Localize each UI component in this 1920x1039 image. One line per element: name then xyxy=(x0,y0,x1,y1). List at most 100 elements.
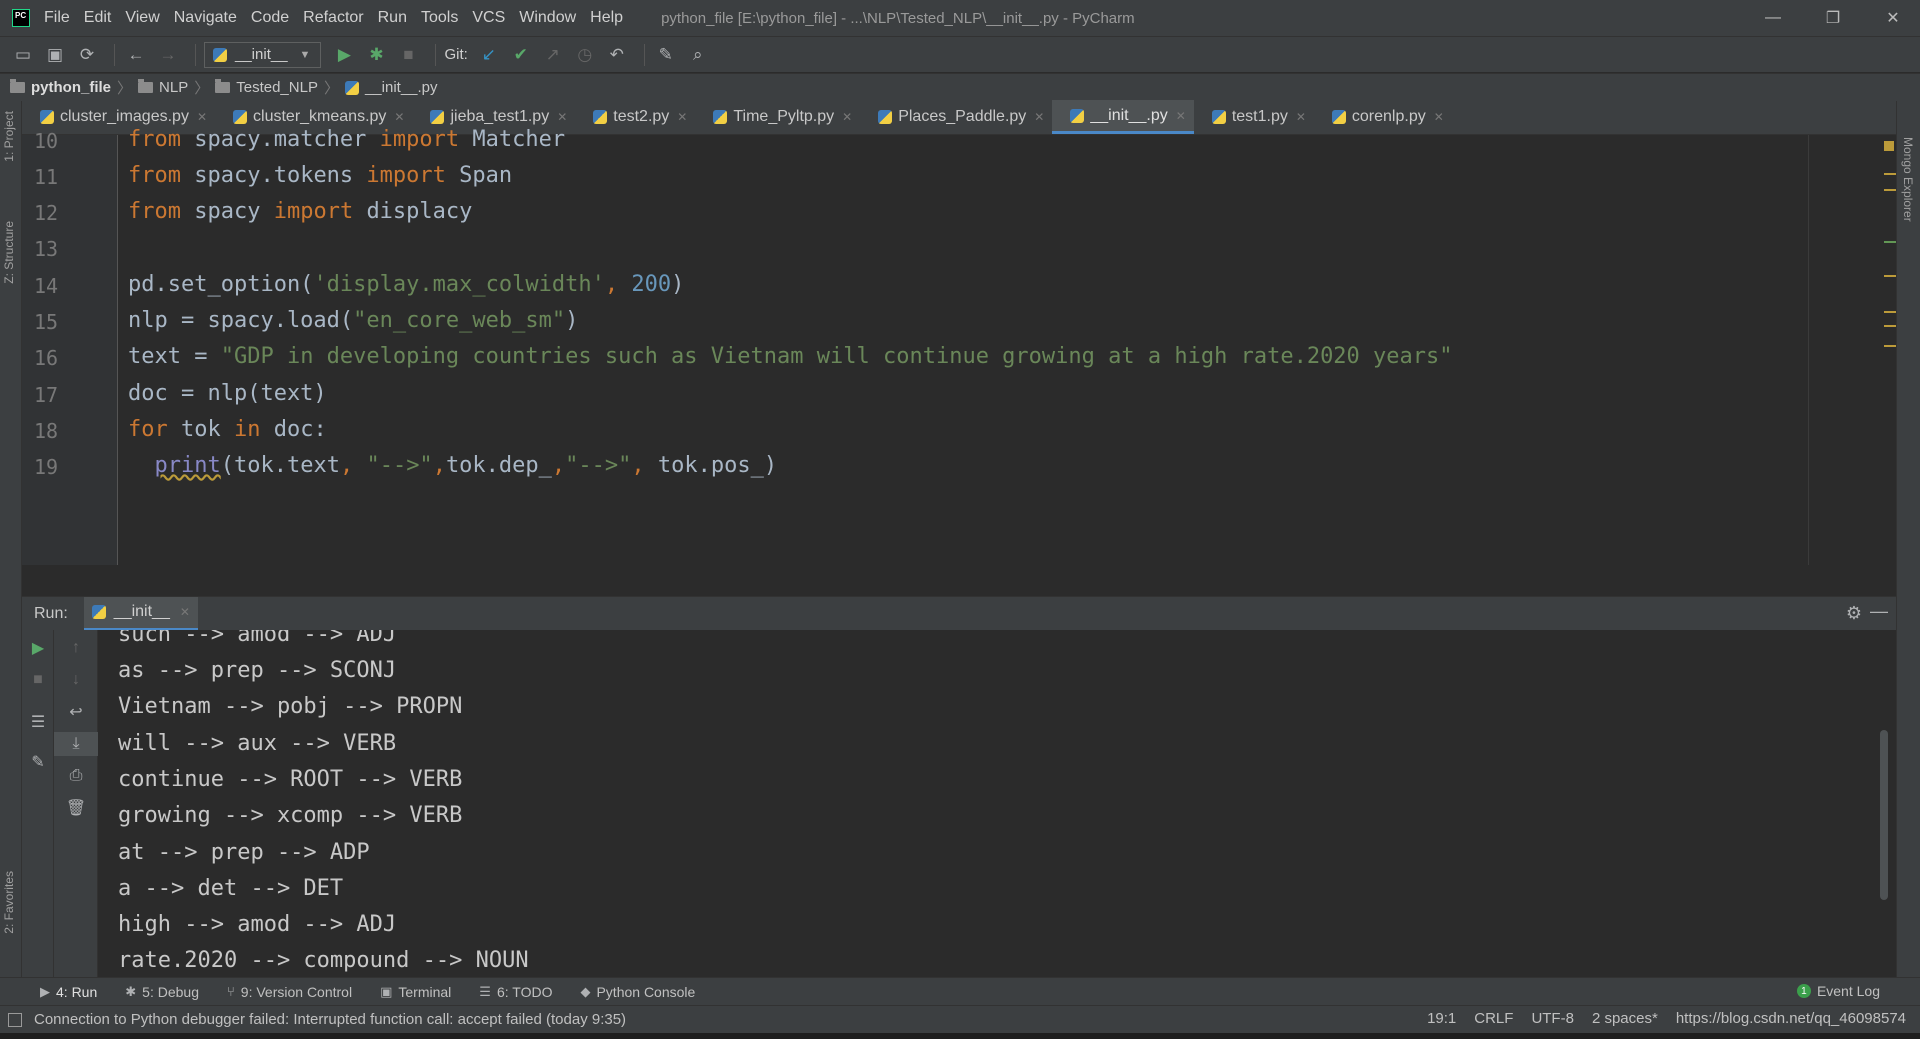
print-icon[interactable]: ⎙ xyxy=(54,764,98,788)
minimize-button[interactable]: — xyxy=(1750,0,1796,36)
tool-window-terminal[interactable]: ▣ Terminal xyxy=(380,984,451,1000)
search-icon[interactable]: ⌕ xyxy=(685,42,711,68)
tool-window-debug[interactable]: ✱ 5: Debug xyxy=(125,984,199,1000)
arrow-down-icon[interactable]: ↓ xyxy=(54,668,98,692)
scroll-to-end-icon[interactable]: ⤓ xyxy=(54,732,98,756)
run-config-select[interactable]: __init__ ▼ xyxy=(204,41,322,68)
save-icon[interactable]: ▣ xyxy=(42,42,68,68)
run-console-output[interactable]: such --> amod --> ADJ as --> prep --> SC… xyxy=(98,630,1896,977)
close-tab-icon[interactable]: ✕ xyxy=(1296,110,1306,124)
stop-icon[interactable]: ■ xyxy=(395,42,421,68)
python-file-icon xyxy=(713,110,728,124)
git-label: Git: xyxy=(444,46,468,63)
warning-mark[interactable] xyxy=(1884,325,1896,327)
git-update-icon[interactable]: ↙ xyxy=(476,42,502,68)
tool-window-label: 6: TODO xyxy=(496,983,553,1000)
tool-window-python-console[interactable]: ◆ Python Console xyxy=(580,984,695,1000)
structure-tool-tab[interactable]: Z: Structure xyxy=(2,221,16,284)
menu-run[interactable]: Run xyxy=(378,9,407,27)
breadcrumb-item-nlp[interactable]: NLP xyxy=(138,79,188,96)
editor-error-stripe[interactable] xyxy=(1882,135,1896,565)
arrow-up-icon[interactable]: ↑ xyxy=(54,636,98,660)
layout-icon[interactable]: ☰ xyxy=(22,710,54,734)
forward-icon[interactable]: → xyxy=(155,42,181,68)
tool-window-bar: ▶ 4: Run ✱ 5: Debug ⑂ 9: Version Control… xyxy=(0,977,1920,1005)
line-number: 19 xyxy=(34,455,59,479)
status-message[interactable]: Connection to Python debugger failed: In… xyxy=(8,1011,626,1028)
close-tab-icon[interactable]: ✕ xyxy=(677,110,687,124)
menu-refactor[interactable]: Refactor xyxy=(303,9,363,27)
menu-view[interactable]: View xyxy=(125,9,159,27)
tool-window-run[interactable]: ▶ 4: Run xyxy=(40,984,97,1000)
trash-icon[interactable]: 🗑 xyxy=(54,796,98,820)
caret-position[interactable]: 19:1 xyxy=(1427,1010,1456,1027)
menu-tools[interactable]: Tools xyxy=(421,9,458,27)
menu-window[interactable]: Window xyxy=(519,9,576,27)
code-editor[interactable]: 10 11 12 13 14 15 16 17 18 19 from spacy… xyxy=(22,127,1896,565)
close-tab-icon[interactable]: ✕ xyxy=(1176,109,1186,123)
project-tool-tab[interactable]: 1: Project xyxy=(2,111,16,162)
minimize-panel-icon[interactable]: — xyxy=(1870,601,1888,622)
tool-window-todo[interactable]: ☰ 6: TODO xyxy=(479,984,552,1000)
stop-icon[interactable]: ■ xyxy=(22,668,54,692)
editor-tab-corenlp[interactable]: corenlp.py ✕ xyxy=(1314,100,1452,134)
warning-mark[interactable] xyxy=(1884,173,1896,175)
indent-setting[interactable]: 2 spaces* xyxy=(1592,1010,1658,1027)
wrench-icon[interactable]: ✎ xyxy=(653,42,679,68)
tool-window-label: 4: Run xyxy=(56,983,98,1000)
gear-icon[interactable]: ⚙ xyxy=(1846,603,1862,624)
line-separator[interactable]: CRLF xyxy=(1474,1010,1513,1027)
run-tab-init[interactable]: __init__ ✕ xyxy=(83,596,198,631)
menu-code[interactable]: Code xyxy=(251,9,289,27)
tool-window-version-control[interactable]: ⑂ 9: Version Control xyxy=(227,984,352,1000)
file-encoding[interactable]: UTF-8 xyxy=(1531,1010,1574,1027)
soft-wrap-icon[interactable]: ↩ xyxy=(54,700,98,724)
open-folder-icon[interactable]: ▭ xyxy=(10,42,36,68)
menu-help[interactable]: Help xyxy=(590,9,623,27)
close-tab-icon[interactable]: ✕ xyxy=(557,110,567,124)
warning-mark[interactable] xyxy=(1884,275,1896,277)
close-tab-icon[interactable]: ✕ xyxy=(180,605,190,619)
debug-icon[interactable]: ✱ xyxy=(363,42,389,68)
git-commit-icon[interactable]: ✔ xyxy=(508,42,534,68)
editor-tab-test1[interactable]: test1.py ✕ xyxy=(1194,100,1314,134)
back-icon[interactable]: ← xyxy=(123,42,149,68)
change-mark[interactable] xyxy=(1884,241,1896,243)
rerun-icon[interactable]: ▶ xyxy=(22,636,54,660)
warning-mark[interactable] xyxy=(1884,345,1896,347)
menu-navigate[interactable]: Navigate xyxy=(174,9,237,27)
title-bar: File Edit View Navigate Code Refactor Ru… xyxy=(0,0,1920,36)
console-scrollbar[interactable] xyxy=(1880,730,1888,900)
restore-button[interactable]: ❐ xyxy=(1810,0,1856,36)
close-button[interactable]: ✕ xyxy=(1870,0,1916,36)
warning-mark[interactable] xyxy=(1884,189,1896,191)
git-history-icon[interactable]: ◷ xyxy=(572,42,598,68)
warning-icon[interactable] xyxy=(1884,141,1894,151)
toggle-tool-windows-icon[interactable] xyxy=(8,1012,22,1027)
close-tab-icon[interactable]: ✕ xyxy=(1434,110,1444,124)
revert-icon[interactable]: ↶ xyxy=(604,42,630,68)
warning-mark[interactable] xyxy=(1884,311,1896,313)
breadcrumb-item-project[interactable]: python_file xyxy=(10,79,111,96)
close-tab-icon[interactable]: ✕ xyxy=(394,110,404,124)
editor-tab-places-paddle[interactable]: Places_Paddle.py ✕ xyxy=(860,100,1052,134)
editor-tab-init[interactable]: __init__.py ✕ xyxy=(1052,100,1194,134)
breadcrumb-item-tested-nlp[interactable]: Tested_NLP xyxy=(215,79,318,96)
menu-file[interactable]: File xyxy=(44,9,70,27)
menu-edit[interactable]: Edit xyxy=(84,9,112,27)
editor-tab-time-pyltp[interactable]: Time_Pyltp.py ✕ xyxy=(695,100,860,134)
event-log-button[interactable]: 1 Event Log xyxy=(1796,983,1880,999)
console-line: rate.2020 --> compound --> NOUN xyxy=(118,948,529,973)
favorites-tool-tab[interactable]: 2: Favorites xyxy=(2,871,16,934)
sync-icon[interactable]: ⟳ xyxy=(74,42,100,68)
close-tab-icon[interactable]: ✕ xyxy=(197,110,207,124)
close-tab-icon[interactable]: ✕ xyxy=(1034,110,1044,124)
mongo-explorer-tab[interactable]: Mongo Explorer xyxy=(1901,137,1915,222)
git-push-icon[interactable]: ↗ xyxy=(540,42,566,68)
menu-vcs[interactable]: VCS xyxy=(472,9,505,27)
breadcrumb-item-file[interactable]: __init__.py xyxy=(344,79,438,96)
editor-tab-test2[interactable]: test2.py ✕ xyxy=(575,100,695,134)
close-tab-icon[interactable]: ✕ xyxy=(842,110,852,124)
pin-icon[interactable]: ✎ xyxy=(22,750,54,774)
run-icon[interactable]: ▶ xyxy=(331,42,357,68)
